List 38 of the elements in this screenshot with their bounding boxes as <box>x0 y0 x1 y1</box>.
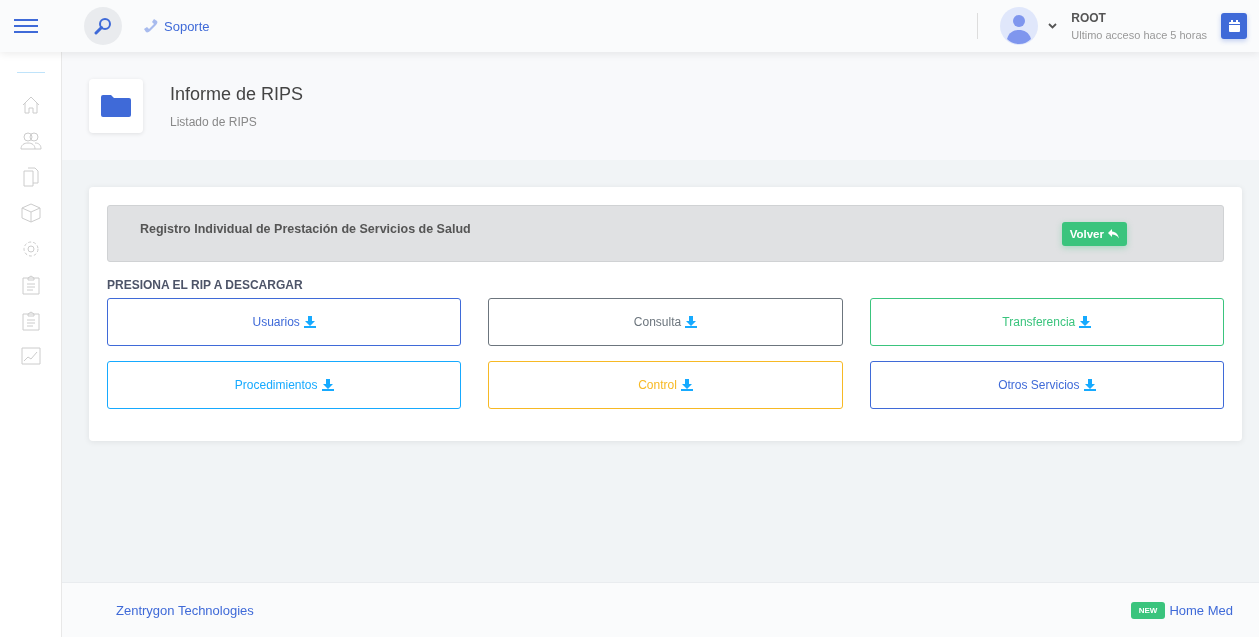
user-name: ROOT <box>1071 11 1107 25</box>
search-icon <box>94 17 112 35</box>
phone-icon <box>144 19 158 33</box>
users-icon[interactable] <box>19 131 42 151</box>
download-icon <box>685 316 698 328</box>
settings-icon[interactable] <box>20 239 41 259</box>
app-link[interactable]: Home Med <box>1169 602 1233 618</box>
page-title: Informe de RIPS <box>170 83 304 105</box>
folder-icon <box>101 95 131 117</box>
support-link[interactable]: Soporte <box>144 18 210 34</box>
avatar-icon[interactable] <box>1000 7 1039 45</box>
download-icon <box>321 379 334 391</box>
page-subtitle: Listado de RIPS <box>170 114 258 129</box>
calendar-button[interactable] <box>1221 13 1247 39</box>
documents-icon[interactable] <box>20 167 41 187</box>
clipboard-icon[interactable] <box>21 275 40 295</box>
download-icon <box>303 316 316 328</box>
new-badge: NEW <box>1130 601 1166 619</box>
download-button[interactable]: Otros Servicios <box>869 361 1224 409</box>
download-button[interactable]: Procedimientos <box>107 361 462 409</box>
download-button[interactable]: Consulta <box>488 298 843 346</box>
banner-title: Registro Individual de Prestación de Servicios de Salud <box>140 221 471 236</box>
calendar-icon <box>1228 20 1240 32</box>
section-heading: PRESIONA EL RIP A DESCARGAR <box>107 278 304 292</box>
company-link[interactable]: Zentrygon Technologies <box>116 602 254 618</box>
reply-icon <box>1108 228 1119 239</box>
search-button[interactable] <box>84 7 122 45</box>
cube-icon[interactable] <box>20 203 41 223</box>
clipboard-icon[interactable] <box>21 311 40 331</box>
last-access-text: Ultimo acceso hace 5 horas <box>1071 29 1207 41</box>
download-icon <box>1083 379 1096 391</box>
home-icon[interactable] <box>20 95 41 115</box>
download-icon <box>1079 316 1092 328</box>
menu-icon[interactable] <box>14 19 38 33</box>
chevron-down-icon[interactable] <box>1048 23 1058 29</box>
download-icon <box>680 379 693 391</box>
download-button[interactable]: Usuarios <box>107 298 462 346</box>
line-chart-icon[interactable] <box>20 347 41 365</box>
